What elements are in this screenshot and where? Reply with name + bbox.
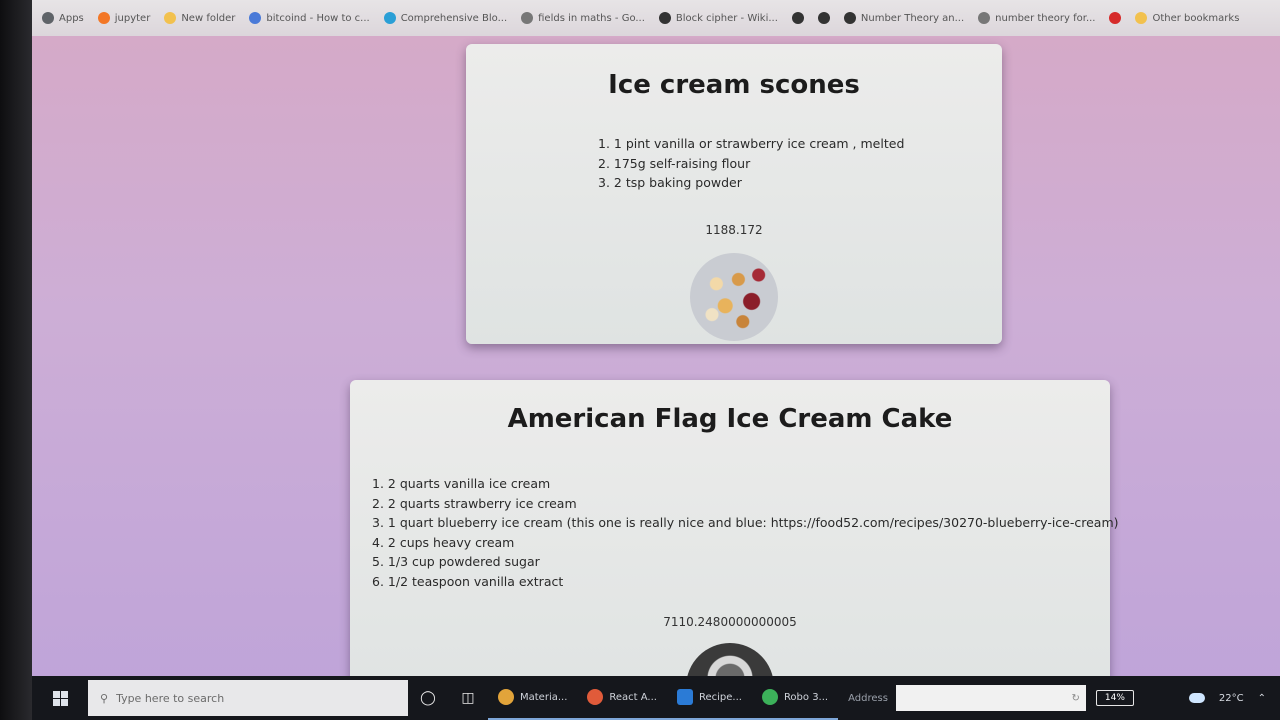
- recipe-calories: 7110.2480000000005: [663, 615, 797, 629]
- ingredient-item: 2. 2 quarts strawberry ice cream: [372, 495, 577, 511]
- ingredient-item: 6. 1/2 teaspoon vanilla extract: [372, 573, 564, 589]
- bookmark-item[interactable]: Apps: [42, 12, 84, 24]
- bookmark-label: Apps: [59, 12, 84, 24]
- windows-taskbar: ⚲ Type here to search ◯ ◫ Materia... Rea…: [32, 676, 1280, 720]
- recipe-title: Ice cream scones: [608, 70, 860, 100]
- wikipedia-icon: [658, 12, 671, 24]
- ingredient-item: 1. 2 quarts vanilla ice cream: [372, 476, 551, 491]
- bookmark-item[interactable]: [791, 12, 804, 24]
- battery-indicator[interactable]: 14%: [1095, 690, 1134, 706]
- ingredient-item: 4. 2 cups heavy cream: [372, 534, 515, 550]
- cortana-icon[interactable]: ◯: [408, 676, 448, 720]
- ingredient-item: 1. 1 pint vanilla or strawberry ice crea…: [598, 136, 905, 151]
- bookmark-item[interactable]: jupyter: [97, 12, 151, 24]
- bookmark-label: Comprehensive Blo...: [400, 12, 508, 24]
- bookmark-label: Other bookmarks: [1152, 12, 1240, 24]
- ingredient-list: 1. 1 pint vanilla or strawberry ice crea…: [598, 134, 1002, 193]
- address-toolbar-label: Address: [848, 692, 888, 704]
- globe-icon: [817, 12, 830, 24]
- bookmark-item[interactable]: Block cipher - Wiki...: [658, 12, 778, 24]
- bookmark-label: fields in maths - Go...: [538, 12, 645, 24]
- bookmark-item[interactable]: bitcoind - How to c...: [249, 12, 370, 24]
- globe-icon: [843, 12, 856, 24]
- bookmark-item[interactable]: [817, 12, 830, 24]
- bookmark-label: Block cipher - Wiki...: [675, 12, 778, 24]
- taskbar-app-robo3t[interactable]: Robo 3...: [751, 676, 839, 720]
- bookmark-item[interactable]: fields in maths - Go...: [521, 12, 645, 24]
- recipe-title: American Flag Ice Cream Cake: [507, 404, 953, 434]
- search-icon: ⚲: [100, 691, 109, 705]
- taskbar-app-vscode[interactable]: Recipe...: [666, 676, 752, 720]
- address-input[interactable]: ↻: [895, 685, 1086, 711]
- recipe-card: Ice cream scones 1. 1 pint vanilla or st…: [466, 44, 1002, 344]
- start-button[interactable]: [32, 676, 88, 720]
- youtube-icon: [1109, 12, 1122, 24]
- bookmark-label: jupyter: [114, 12, 151, 24]
- recipe-image: [690, 252, 778, 341]
- chrome-icon: [498, 689, 514, 705]
- page-icon: [249, 12, 262, 24]
- globe-icon: [791, 12, 804, 24]
- temperature-label[interactable]: 22°C: [1219, 693, 1244, 704]
- bookmark-item[interactable]: Comprehensive Blo...: [383, 12, 508, 24]
- taskbar-search-input[interactable]: ⚲ Type here to search: [88, 680, 408, 716]
- globe-icon: [383, 12, 396, 24]
- tray-chevron-icon[interactable]: ⌃: [1258, 693, 1266, 704]
- taskbar-app-chrome-react[interactable]: React A...: [577, 676, 667, 720]
- ingredient-item: 2. 175g self-raising flour: [598, 155, 751, 171]
- taskbar-app-label: Robo 3...: [783, 691, 829, 703]
- vscode-icon: [676, 689, 693, 705]
- windows-logo-icon: [52, 690, 68, 706]
- task-view-icon[interactable]: ◫: [448, 676, 488, 720]
- ingredient-item: 3. 2 tsp baking powder: [598, 175, 742, 190]
- apps-grid-icon: [42, 12, 54, 24]
- google-icon: [521, 12, 534, 24]
- monitor-bezel: [0, 0, 32, 720]
- bookmark-label: bitcoind - How to c...: [266, 12, 370, 24]
- bookmark-label: number theory for...: [995, 12, 1096, 24]
- ingredient-item: 3. 1 quart blueberry ice cream (this one…: [372, 515, 1119, 530]
- bookmark-item[interactable]: Other bookmarks: [1135, 12, 1239, 24]
- weather-cloud-icon[interactable]: [1188, 693, 1205, 703]
- taskbar-app-chrome-material[interactable]: Materia...: [488, 676, 578, 720]
- system-tray: 22°C ⌃: [1188, 693, 1280, 704]
- bookmark-item[interactable]: New folder: [164, 12, 235, 24]
- bookmark-item[interactable]: Number Theory an...: [843, 12, 965, 24]
- search-placeholder: Type here to search: [116, 691, 225, 705]
- folder-icon: [1135, 12, 1148, 24]
- bookmark-label: New folder: [181, 12, 236, 24]
- robo3t-icon: [761, 689, 778, 705]
- bookmarks-bar: Apps jupyter New folder bitcoind - How to c…: [32, 0, 1280, 36]
- chrome-icon: [587, 689, 604, 705]
- taskbar-app-label: Recipe...: [698, 691, 742, 703]
- bookmark-label: Number Theory an...: [860, 12, 965, 24]
- google-icon: [978, 12, 991, 24]
- ingredient-item: 5. 1/3 cup powdered sugar: [372, 554, 540, 569]
- taskbar-app-label: React A...: [609, 691, 657, 703]
- jupyter-icon: [97, 12, 110, 24]
- taskbar-app-label: Materia...: [520, 691, 568, 703]
- bookmark-item[interactable]: number theory for...: [978, 12, 1095, 24]
- recipe-calories: 1188.172: [705, 222, 763, 237]
- folder-icon: [164, 12, 177, 24]
- recipe-card: American Flag Ice Cream Cake 1. 2 quarts…: [350, 380, 1119, 693]
- ingredient-list: 1. 2 quarts vanilla ice cream 2. 2 quart…: [372, 474, 1119, 591]
- browser-viewport: Apps jupyter New folder bitcoind - How to c…: [32, 0, 1280, 693]
- bookmark-item[interactable]: [1109, 12, 1122, 24]
